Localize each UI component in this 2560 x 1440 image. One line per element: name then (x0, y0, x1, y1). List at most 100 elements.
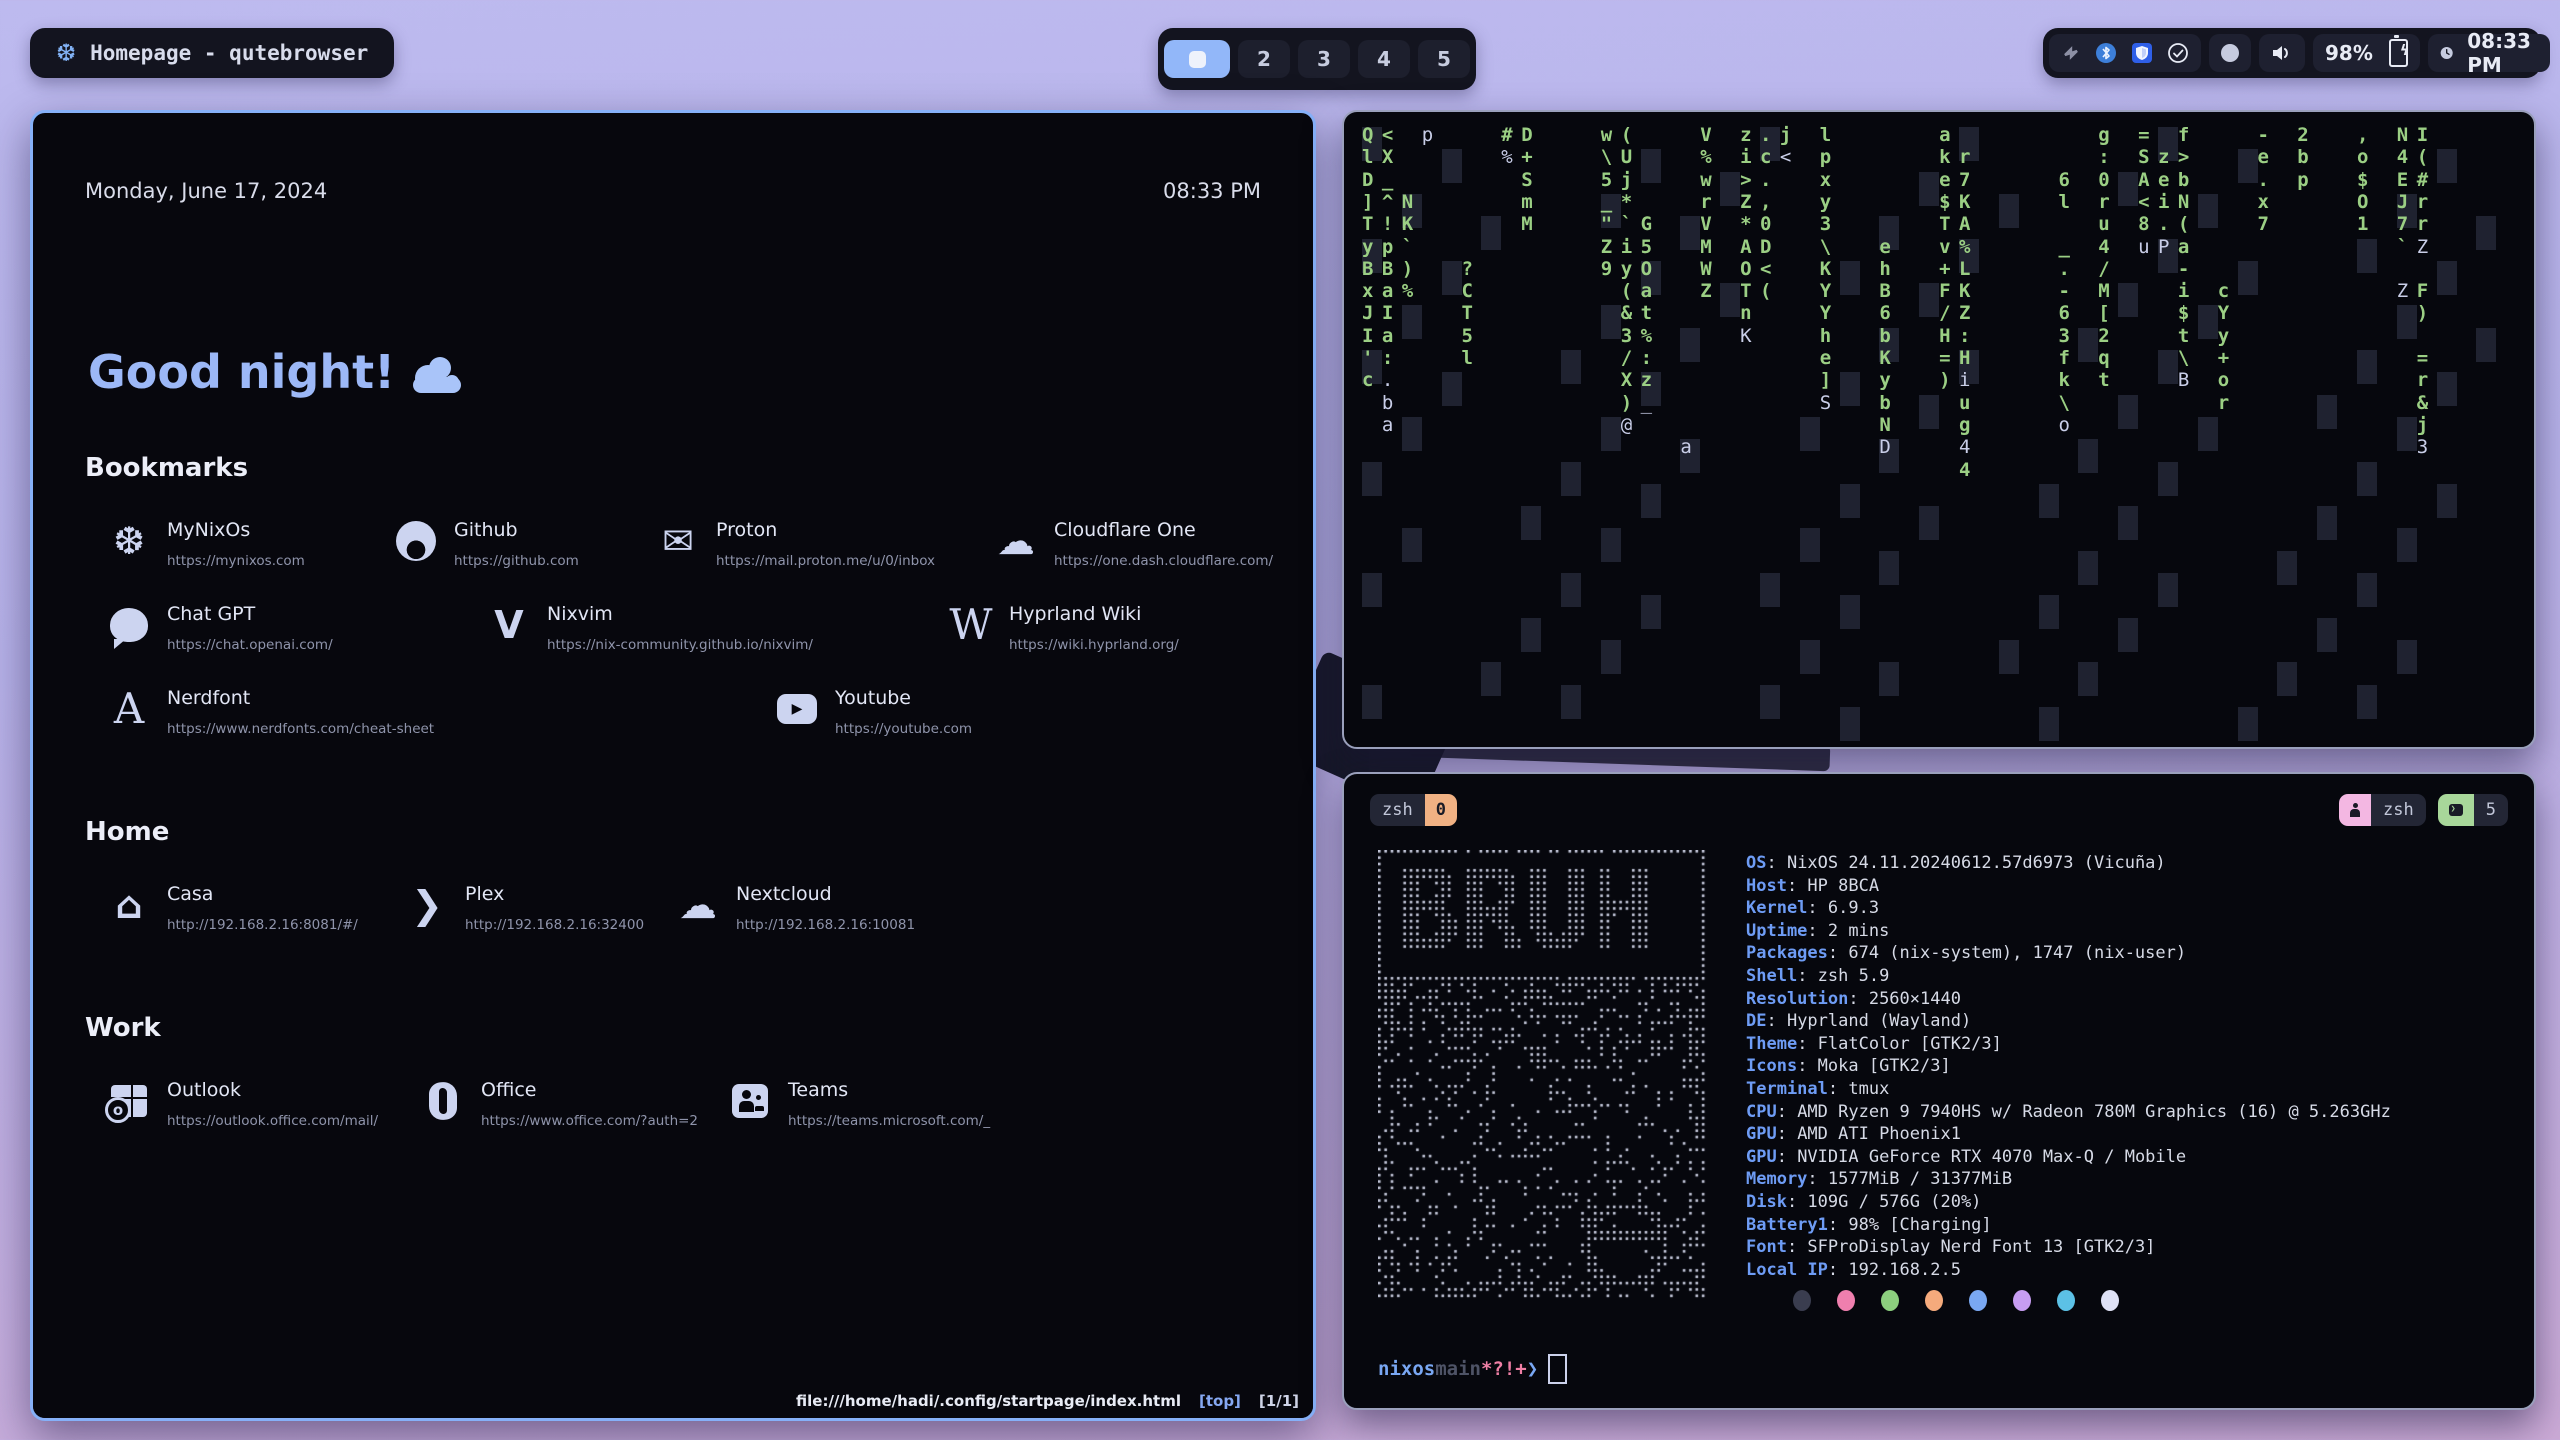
matrix-trail-block (1999, 194, 2019, 228)
matrix-glyph: * (1740, 213, 1751, 235)
matrix-glyph: M (1700, 236, 1711, 258)
bookmark-item-plex[interactable]: ❯Plexhttp://192.168.2.16:32400 (405, 883, 676, 933)
matrix-glyph: t (2098, 369, 2109, 391)
matrix-glyph: a (1680, 436, 1691, 458)
workspace-switcher[interactable]: 2345 (1158, 28, 1476, 90)
shield-icon[interactable] (2131, 42, 2153, 64)
matrix-glyph: ) (1939, 369, 1950, 391)
matrix-glyph: e (1939, 169, 1950, 191)
bookmark-item-teams[interactable]: Teamshttps://teams.microsoft.com/_ (728, 1079, 990, 1129)
matrix-glyph: g (2098, 124, 2109, 146)
shell-prompt[interactable]: nixos main *?!+ ❯ (1378, 1354, 1567, 1384)
matrix-trail-block (1402, 528, 1422, 562)
matrix-glyph: 6 (2059, 302, 2070, 324)
prompt-host: nixos (1378, 1358, 1435, 1380)
matrix-glyph: K (1740, 325, 1751, 347)
matrix-trail-block (2039, 595, 2059, 629)
clock-time: 08:33 PM (2467, 29, 2537, 77)
tmux-session-segment[interactable]: zsh (2339, 794, 2426, 826)
bookmark-item-office[interactable]: Officehttps://www.office.com/?auth=2 (421, 1079, 728, 1129)
startpage-date: Monday, June 17, 2024 (85, 179, 327, 203)
matrix-terminal-window[interactable]: QlD]TyBxJI'c<X_^!pBaIa:.baNK`)%p?CT5l#%D… (1342, 110, 2536, 749)
workspace-button-3[interactable]: 3 (1298, 40, 1350, 78)
bookmark-url: https://nix-community.github.io/nixvim/ (547, 637, 813, 653)
matrix-trail-block (1919, 395, 1939, 429)
tmux-pane-segment[interactable]: 5 (2438, 794, 2508, 826)
bookmark-item-nerdfont[interactable]: ANerdfonthttps://www.nerdfonts.com/cheat… (107, 687, 775, 737)
house-icon: ⌂ (107, 883, 151, 927)
matrix-trail-block (2238, 261, 2258, 295)
bookmark-item-mynixos[interactable]: ❆MyNixOshttps://mynixos.com (107, 519, 394, 569)
matrix-glyph: _ (2059, 236, 2070, 258)
workspace-button-2[interactable]: 2 (1238, 40, 1290, 78)
bluetooth-icon[interactable] (2095, 42, 2117, 64)
bookmark-item-outlook[interactable]: Outlookhttps://outlook.office.com/mail/ (107, 1079, 421, 1129)
network-arrows-icon[interactable] (2061, 43, 2081, 63)
workspace-button-1[interactable] (1164, 40, 1230, 78)
matrix-glyph: D (1879, 436, 1890, 458)
matrix-glyph: y (2218, 325, 2229, 347)
fetch-value: : zsh 5.9 (1797, 966, 1889, 986)
letter-a-icon: A (107, 687, 151, 731)
matrix-glyph: l (1462, 347, 1473, 369)
matrix-glyph: Z (2417, 236, 2428, 258)
tmux-window-index: 0 (1425, 794, 1457, 826)
fetch-value: : 192.168.2.5 (1828, 1260, 1961, 1280)
matrix-glyph: K (1402, 213, 1413, 235)
matrix-glyph: N (2178, 191, 2189, 213)
matrix-glyph: 7 (1959, 169, 1970, 191)
tmux-window-segment[interactable]: zsh 0 (1370, 794, 1457, 826)
matrix-trail-block (2118, 395, 2138, 429)
system-tray[interactable] (2049, 34, 2201, 72)
fetch-label: Font (1746, 1237, 1787, 1257)
matrix-glyph: o (2059, 414, 2070, 436)
bookmark-item-proton[interactable]: ✉Protonhttps://mail.proton.me/u/0/inbox (656, 519, 994, 569)
recorder-pill[interactable] (2209, 34, 2251, 72)
bookmark-item-nextcloud[interactable]: ☁Nextcloudhttp://192.168.2.16:10081 (676, 883, 915, 933)
qutebrowser-statusbar: file:///home/hadi/.config/startpage/inde… (33, 1384, 1313, 1418)
matrix-glyph: T (1939, 213, 1950, 235)
matrix-glyph: i (1621, 236, 1632, 258)
tmux-statusbar: zsh 0 zsh 5 (1344, 790, 2534, 830)
matrix-trail-block (1521, 506, 1541, 540)
check-circle-icon[interactable] (2167, 42, 2189, 64)
matrix-glyph: U (1621, 146, 1632, 168)
matrix-glyph: y (1820, 191, 1831, 213)
matrix-glyph: T (1462, 302, 1473, 324)
bookmark-item-github[interactable]: Githubhttps://github.com (394, 519, 656, 569)
battery-pill[interactable]: 98% (2313, 34, 2420, 72)
bookmark-item-youtube[interactable]: Youtubehttps://youtube.com (775, 687, 972, 737)
bookmark-item-chat-gpt[interactable]: Chat GPThttps://chat.openai.com/ (107, 603, 487, 653)
matrix-glyph: G (1641, 213, 1652, 235)
clock-pill[interactable]: 08:33 PM (2428, 34, 2550, 72)
matrix-trail-block (2437, 372, 2457, 406)
bookmark-item-cloudflare-one[interactable]: ☁Cloudflare Onehttps://one.dash.cloudfla… (994, 519, 1273, 569)
qutebrowser-window[interactable]: Monday, June 17, 2024 08:33 PM Good nigh… (30, 110, 1316, 1421)
matrix-trail-block (1402, 417, 1422, 451)
workspace-button-4[interactable]: 4 (1358, 40, 1410, 78)
tmux-terminal-window[interactable]: zsh 0 zsh 5 OS: NixOS 24.11.20240612.57d… (1342, 772, 2536, 1410)
youtube-play-icon (775, 687, 819, 731)
matrix-glyph: 5 (1641, 236, 1652, 258)
bookmark-label: Office (481, 1079, 698, 1101)
fetch-label: Terminal (1746, 1079, 1828, 1099)
fetch-value: : tmux (1828, 1079, 1889, 1099)
bookmark-item-nixvim[interactable]: VNixvimhttps://nix-community.github.io/n… (487, 603, 949, 653)
bookmark-item-casa[interactable]: ⌂Casahttp://192.168.2.16:8081/#/ (107, 883, 405, 933)
fetch-ascii-art (1378, 850, 1713, 1302)
bookmark-item-hyprland-wiki[interactable]: WHyprland Wikihttps://wiki.hyprland.org/ (949, 603, 1179, 653)
matrix-trail-block (2118, 283, 2138, 317)
workspace-button-5[interactable]: 5 (1418, 40, 1470, 78)
volume-pill[interactable] (2259, 34, 2305, 72)
matrix-glyph: l (1362, 146, 1373, 168)
matrix-glyph: p (1820, 146, 1831, 168)
matrix-trail-block (1481, 216, 1501, 250)
matrix-glyph: a (2178, 236, 2189, 258)
matrix-glyph: 1 (2357, 213, 2368, 235)
matrix-glyph: b (1382, 392, 1393, 414)
matrix-glyph: b (1879, 392, 1890, 414)
matrix-glyph: - (2178, 258, 2189, 280)
matrix-glyph: % (1402, 280, 1413, 302)
matrix-glyph: D (1760, 236, 1771, 258)
matrix-glyph: M (1521, 213, 1532, 235)
